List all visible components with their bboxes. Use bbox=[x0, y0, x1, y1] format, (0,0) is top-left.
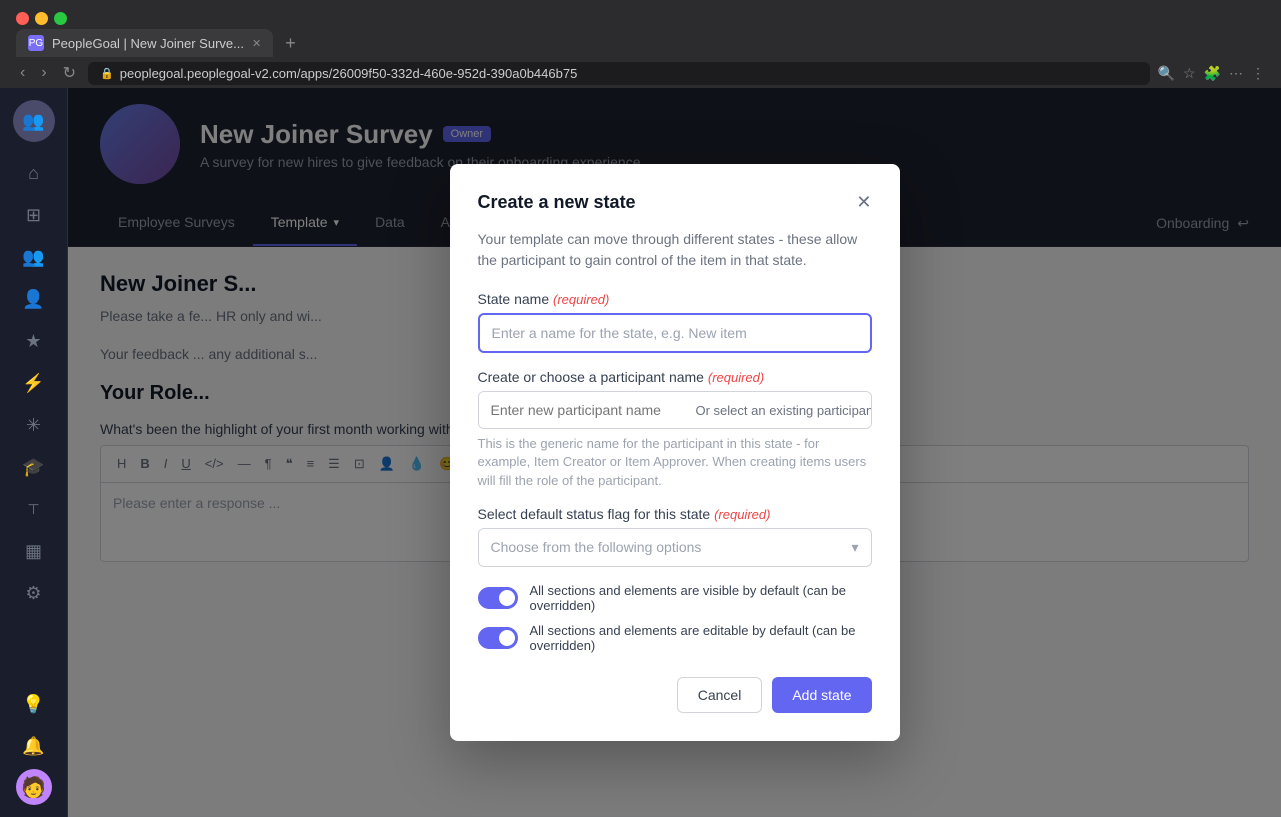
address-bar[interactable]: 🔒 peoplegoal.peoplegoal-v2.com/apps/2600… bbox=[88, 62, 1150, 85]
modal-header: Create a new state ✕ bbox=[478, 192, 872, 213]
modal-title: Create a new state bbox=[478, 192, 636, 213]
sidebar-item-hierarchy[interactable]: ⊤ bbox=[15, 490, 53, 528]
traffic-light-green[interactable] bbox=[54, 12, 67, 25]
participant-label: Create or choose a participant name (req… bbox=[478, 369, 872, 385]
sidebar-item-settings[interactable]: ⚙ bbox=[15, 574, 53, 612]
extensions-icon[interactable]: 🧩 bbox=[1204, 65, 1221, 82]
lock-icon: 🔒 bbox=[100, 67, 114, 80]
visible-toggle[interactable] bbox=[478, 587, 518, 609]
sidebar-item-bulb[interactable]: 💡 bbox=[15, 685, 53, 723]
state-name-input[interactable] bbox=[478, 313, 872, 353]
sidebar-item-bell[interactable]: 🔔 bbox=[15, 727, 53, 765]
cancel-button[interactable]: Cancel bbox=[677, 677, 763, 713]
sidebar-item-asterisk[interactable]: ✳ bbox=[15, 406, 53, 444]
state-name-label: State name (required) bbox=[478, 291, 872, 307]
status-flag-required: (required) bbox=[714, 507, 770, 522]
toggle-visible-row: All sections and elements are visible by… bbox=[478, 583, 872, 613]
participant-input-row: Or select an existing participant ▾ bbox=[478, 391, 872, 429]
menu-icon[interactable]: ⋮ bbox=[1251, 65, 1265, 82]
sidebar-item-graduation[interactable]: 🎓 bbox=[15, 448, 53, 486]
traffic-light-yellow[interactable] bbox=[35, 12, 48, 25]
sidebar-item-grid[interactable]: ⊞ bbox=[15, 196, 53, 234]
toggle-visible-label: All sections and elements are visible by… bbox=[530, 583, 872, 613]
status-flag-group: Select default status flag for this stat… bbox=[478, 506, 872, 567]
tab-title: PeopleGoal | New Joiner Surve... bbox=[52, 36, 244, 51]
modal-close-button[interactable]: ✕ bbox=[856, 192, 871, 213]
participant-group: Create or choose a participant name (req… bbox=[478, 369, 872, 490]
status-flag-label: Select default status flag for this stat… bbox=[478, 506, 872, 522]
profile-icon[interactable]: ⋯ bbox=[1229, 65, 1243, 82]
back-button[interactable]: ‹ bbox=[16, 62, 29, 84]
new-tab-button[interactable]: + bbox=[277, 33, 304, 54]
search-browser-icon[interactable]: 🔍 bbox=[1158, 65, 1175, 82]
app-layout: 👥 ⌂ ⊞ 👥 👤 ★ ⚡ ✳ 🎓 ⊤ ▦ ⚙ 💡 🔔 🧑 bbox=[0, 88, 1281, 817]
forward-button[interactable]: › bbox=[37, 62, 50, 84]
editable-toggle[interactable] bbox=[478, 627, 518, 649]
sidebar-item-people[interactable]: 👥 bbox=[15, 238, 53, 276]
modal-description: Your template can move through different… bbox=[478, 229, 872, 271]
sidebar-item-lightning[interactable]: ⚡ bbox=[15, 364, 53, 402]
state-name-required: (required) bbox=[553, 292, 609, 307]
toggle-editable-row: All sections and elements are editable b… bbox=[478, 623, 872, 653]
sidebar-item-table[interactable]: ▦ bbox=[15, 532, 53, 570]
sidebar: 👥 ⌂ ⊞ 👥 👤 ★ ⚡ ✳ 🎓 ⊤ ▦ ⚙ 💡 🔔 🧑 bbox=[0, 88, 68, 817]
url-text: peoplegoal.peoplegoal-v2.com/apps/26009f… bbox=[120, 66, 578, 81]
sidebar-item-person-add[interactable]: 👤 bbox=[15, 280, 53, 318]
modal-footer: Cancel Add state bbox=[478, 677, 872, 713]
participant-select-label: Or select an existing participant bbox=[696, 403, 872, 418]
state-name-group: State name (required) bbox=[478, 291, 872, 353]
dropdown-chevron-icon: ▾ bbox=[851, 539, 858, 556]
status-dropdown-label: Choose from the following options bbox=[491, 539, 702, 555]
add-state-button[interactable]: Add state bbox=[772, 677, 871, 713]
browser-chrome: PG PeopleGoal | New Joiner Surve... ✕ + … bbox=[0, 0, 1281, 88]
participant-hint: This is the generic name for the partici… bbox=[478, 435, 872, 490]
modal-overlay: Create a new state ✕ Your template can m… bbox=[68, 88, 1281, 817]
refresh-button[interactable]: ↻ bbox=[59, 61, 80, 85]
traffic-light-red[interactable] bbox=[16, 12, 29, 25]
app-logo: 👥 bbox=[13, 100, 55, 142]
create-state-modal: Create a new state ✕ Your template can m… bbox=[450, 164, 900, 741]
user-avatar[interactable]: 🧑 bbox=[16, 769, 52, 805]
bookmark-icon[interactable]: ☆ bbox=[1183, 65, 1196, 82]
main-content: New Joiner Survey Owner A survey for new… bbox=[68, 88, 1281, 817]
status-dropdown[interactable]: Choose from the following options ▾ bbox=[478, 528, 872, 567]
participant-select-button[interactable]: Or select an existing participant ▾ bbox=[684, 392, 872, 428]
participant-required: (required) bbox=[708, 370, 764, 385]
sidebar-item-star[interactable]: ★ bbox=[15, 322, 53, 360]
tab-close-button[interactable]: ✕ bbox=[252, 37, 261, 50]
participant-name-input[interactable] bbox=[479, 392, 684, 428]
tab-favicon: PG bbox=[28, 35, 44, 51]
toggle-editable-label: All sections and elements are editable b… bbox=[530, 623, 872, 653]
sidebar-item-home[interactable]: ⌂ bbox=[15, 154, 53, 192]
browser-tab[interactable]: PG PeopleGoal | New Joiner Surve... ✕ bbox=[16, 29, 273, 57]
